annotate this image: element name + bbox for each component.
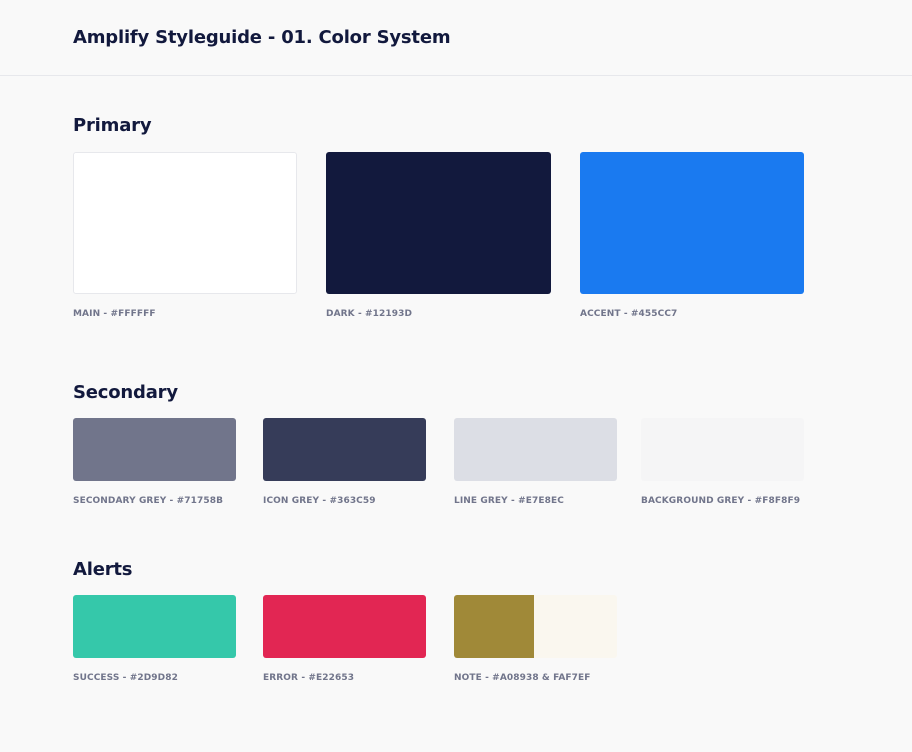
swatch-accent bbox=[580, 152, 804, 294]
swatch-label-secondary-grey: SECONDARY GREY - #71758B bbox=[73, 496, 224, 506]
swatch-label-success: SUCCESS - #2D9D82 bbox=[73, 673, 178, 683]
swatch-secondary-grey bbox=[73, 418, 236, 481]
section-title-alerts: Alerts bbox=[73, 559, 133, 580]
swatch-note-light bbox=[534, 595, 617, 658]
swatch-label-dark: DARK - #12193D bbox=[326, 309, 413, 319]
swatch-background-grey bbox=[641, 418, 804, 481]
swatch-line-grey bbox=[454, 418, 617, 481]
swatch-dark bbox=[326, 152, 551, 294]
swatch-label-icon-grey: ICON GREY - #363C59 bbox=[263, 496, 376, 506]
swatch-main bbox=[73, 152, 297, 294]
swatch-label-note: NOTE - #A08938 & FAF7EF bbox=[454, 673, 591, 683]
swatch-label-line-grey: LINE GREY - #E7E8EC bbox=[454, 496, 564, 506]
swatch-note bbox=[454, 595, 617, 658]
section-title-primary: Primary bbox=[73, 115, 152, 136]
swatch-label-error: ERROR - #E22653 bbox=[263, 673, 355, 683]
section-title-secondary: Secondary bbox=[73, 382, 178, 403]
swatch-success bbox=[73, 595, 236, 658]
page-title: Amplify Styleguide - 01. Color System bbox=[73, 27, 451, 48]
swatch-note-dark bbox=[454, 595, 534, 658]
swatch-label-accent: ACCENT - #455CC7 bbox=[580, 309, 678, 319]
swatch-label-background-grey: BACKGROUND GREY - #F8F8F9 bbox=[641, 496, 801, 506]
swatch-label-main: MAIN - #FFFFFF bbox=[73, 309, 156, 319]
page-header: Amplify Styleguide - 01. Color System bbox=[0, 0, 912, 76]
swatch-error bbox=[263, 595, 426, 658]
swatch-icon-grey bbox=[263, 418, 426, 481]
